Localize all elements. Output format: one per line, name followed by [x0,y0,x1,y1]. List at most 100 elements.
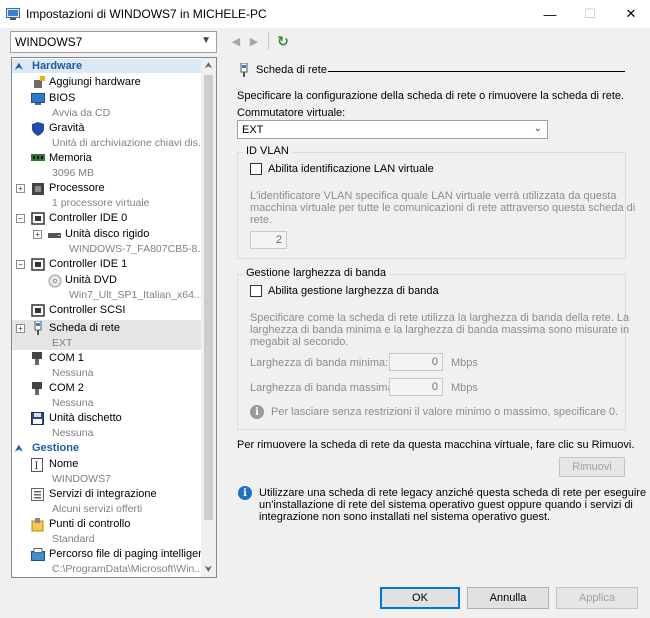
network-adapter-icon [238,62,250,81]
section-management[interactable]: ⮝ Gestione [12,441,202,455]
info-icon: i [238,486,252,500]
tree-item-com1[interactable]: COM 1 Nessuna [12,350,202,380]
vlan-help-line: macchina virtuale per tutte le comunicaz… [250,202,636,214]
ok-button[interactable]: OK [380,587,460,609]
max-bandwidth-input[interactable]: 0 [389,378,443,396]
ide-controller-icon [31,212,45,225]
tree-item-security[interactable]: Gravità Unità di archiviazione chiavi di… [12,120,207,150]
bandwidth-note: Per lasciare senza restrizioni il valore… [271,406,619,418]
scrollbar-thumb[interactable] [204,75,213,520]
bandwidth-checkbox-label[interactable]: Abilita gestione larghezza di banda [268,285,439,297]
floppy-icon [31,412,45,425]
collapse-icon[interactable]: − [16,260,25,269]
legacy-info-line: un'installazione di rete del sistema ope… [259,499,633,511]
scroll-up-icon[interactable]: ⮝ [201,58,216,73]
scroll-down-icon[interactable]: ⮟ [201,562,216,577]
hard-disk-icon [48,231,62,244]
dvd-icon [48,274,62,288]
panel-title: Scheda di rete [256,64,327,76]
bandwidth-help-line: megabit al secondo. [250,336,349,348]
legacy-info-line: Utilizzare una scheda di rete legacy anz… [259,487,647,499]
scsi-controller-icon [31,304,45,317]
tree-scrollbar[interactable]: ⮝ ⮟ [201,58,216,577]
add-hardware-icon [32,76,46,89]
settings-tree[interactable]: ⮝ Hardware Aggiungi hardware BIOS Avvia … [11,57,217,578]
collapse-icon[interactable]: − [16,214,25,223]
vm-settings-icon [6,8,20,20]
max-bandwidth-label: Larghezza di banda massima: [250,382,397,394]
remove-button[interactable]: Rimuovi [559,457,625,477]
bandwidth-help-line: Specificare come la scheda di rete utili… [250,312,630,324]
expand-icon[interactable]: + [33,230,42,239]
cancel-button[interactable]: Annulla [467,587,549,609]
virtual-switch-value: EXT [242,123,264,136]
bandwidth-group-label: Gestione larghezza di banda [243,267,390,279]
section-hardware[interactable]: ⮝ Hardware [12,59,202,73]
checkpoint-icon [31,518,45,532]
forward-arrow-icon: ▶ [249,35,259,48]
remove-adapter-text: Per rimuovere la scheda di rete da quest… [237,439,635,451]
vlan-id-input[interactable]: 2 [250,231,287,249]
tree-item-add-hardware[interactable]: Aggiungi hardware [12,74,202,90]
tree-item-ide-controller-0[interactable]: − Controller IDE 0 [12,210,202,226]
chevron-up-icon: ⮝ [15,442,23,453]
maximize-button: ☐ [584,6,596,21]
memory-icon [31,153,45,166]
bandwidth-help-line: larghezza di banda minima e la larghezza… [250,324,630,336]
virtual-switch-label: Commutatore virtuale: [237,107,346,119]
chevron-down-icon: ▼ [201,35,211,46]
min-bandwidth-input[interactable]: 0 [389,353,443,371]
com-port-icon [31,382,45,395]
tree-item-processor[interactable]: + Processore 1 processore virtuale [12,180,202,210]
vlan-help-line: rete. [250,214,273,226]
svg-text:I: I [35,461,39,472]
expand-icon[interactable]: + [16,184,25,193]
back-button: ◀ [228,33,244,49]
close-button[interactable]: ✕ [608,0,650,28]
tree-item-scsi-controller[interactable]: Controller SCSI [12,302,202,318]
com-port-icon [31,352,45,365]
panel-description: Specificare la configurazione della sche… [237,90,625,102]
network-adapter-icon [32,320,46,335]
tree-item-hard-disk[interactable]: + Unità disco rigido WINDOWS-7_FA807CB5-… [12,226,206,256]
tree-item-integration-services[interactable]: Servizi di integrazione Alcuni servizi o… [12,486,202,516]
bandwidth-checkbox[interactable] [250,285,262,297]
tree-item-floppy[interactable]: Unità dischetto Nessuna [12,410,202,440]
vlan-help-line: L'identificatore VLAN specifica quale LA… [250,190,617,202]
refresh-icon: ↻ [277,32,289,49]
vm-selector-value: WINDOWS7 [15,35,83,49]
info-icon: i [250,405,264,419]
ide-controller-icon [31,258,45,271]
tree-item-checkpoints[interactable]: Punti di controllo Standard [12,516,202,546]
min-bandwidth-label: Larghezza di banda minima: [250,357,389,369]
paging-file-icon [31,548,45,561]
vm-selector[interactable]: WINDOWS7 ▼ [10,31,217,53]
shield-icon [31,122,45,136]
tree-item-com2[interactable]: COM 2 Nessuna [12,380,202,410]
tree-item-memory[interactable]: Memoria 3096 MB [12,150,202,180]
apply-button: Applica [556,587,638,609]
min-bandwidth-unit: Mbps [451,357,478,369]
window-title: Impostazioni di WINDOWS7 in MICHELE-PC [26,7,267,21]
bios-icon [31,93,45,106]
chevron-down-icon: ⌄ [533,123,542,134]
tree-item-name[interactable]: I Nome WINDOWS7 [12,456,202,486]
vlan-checkbox-label[interactable]: Abilita identificazione LAN virtuale [268,163,434,175]
virtual-switch-select[interactable]: EXT ⌄ [237,120,548,139]
panel-title-divider [328,71,625,72]
chevron-up-icon: ⮝ [15,60,23,71]
back-arrow-icon: ◀ [231,35,241,48]
processor-icon [31,182,45,195]
vlan-checkbox[interactable] [250,163,262,175]
max-bandwidth-unit: Mbps [451,382,478,394]
tree-item-network-adapter[interactable]: + Scheda di rete EXT [12,320,202,350]
tree-item-bios[interactable]: BIOS Avvia da CD [12,90,202,120]
expand-icon[interactable]: + [16,324,25,333]
tree-item-smart-paging[interactable]: Percorso file di paging intelligente C:\… [12,546,214,576]
integration-services-icon [31,488,45,501]
forward-button: ▶ [246,33,262,49]
refresh-button[interactable]: ↻ [275,33,291,49]
tree-item-dvd[interactable]: Unità DVD Win7_Ult_SP1_Italian_x64.... [12,272,206,302]
legacy-info-line: integrazione non sono installati nel sis… [259,511,551,523]
tree-item-ide-controller-1[interactable]: − Controller IDE 1 [12,256,202,272]
